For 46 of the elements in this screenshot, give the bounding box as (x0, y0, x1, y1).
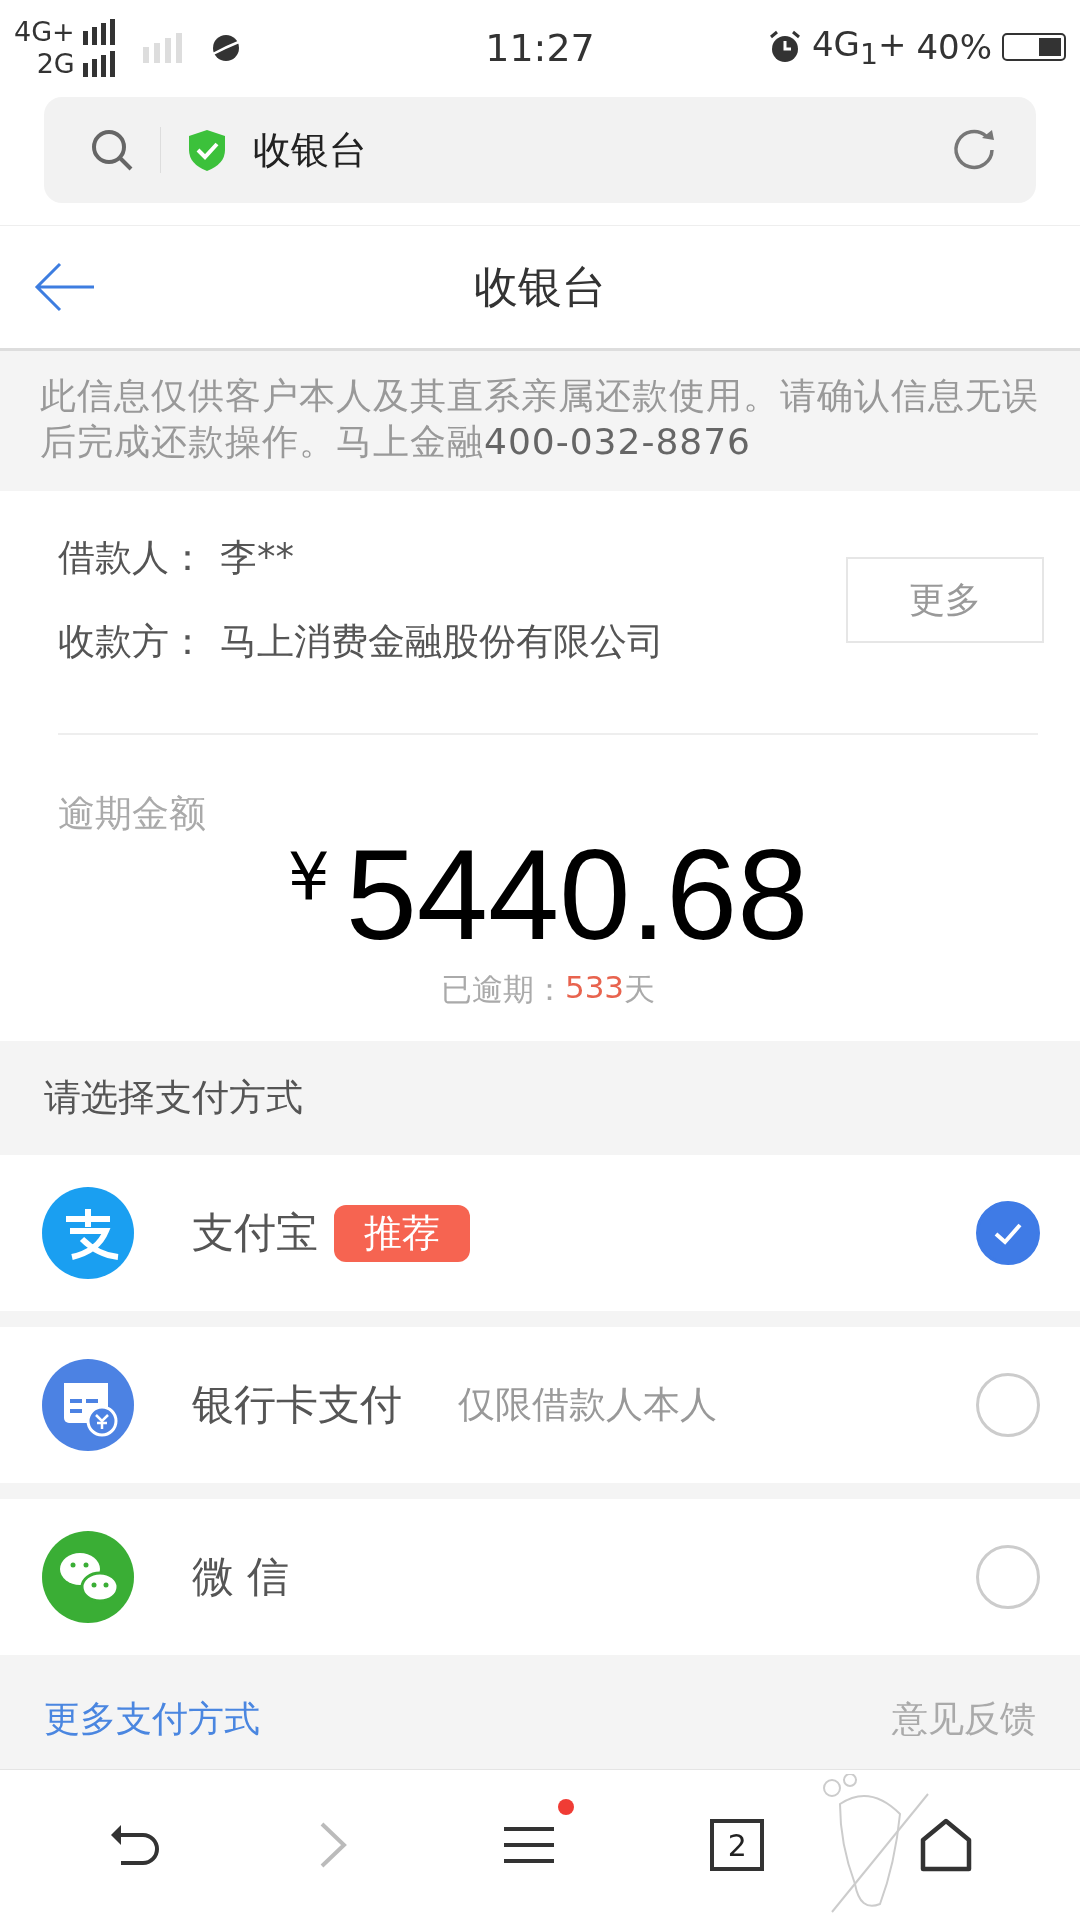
overdue-label: 已逾期： (440, 970, 565, 1009)
battery-icon (1002, 33, 1066, 62)
home-icon[interactable] (918, 1818, 973, 1872)
recommend-badge: 推荐 (334, 1204, 470, 1262)
page-heading: 收银台 (474, 259, 606, 314)
phone-link[interactable]: 400-032-8876 (484, 421, 752, 462)
tabs-button[interactable]: 2 (710, 1819, 765, 1871)
check-icon[interactable] (976, 1201, 1040, 1265)
battery-percent: 40% (916, 27, 992, 68)
signal-icon (82, 18, 117, 45)
address-bar[interactable]: 收银台 (44, 97, 1036, 203)
section-title: 请选择支付方式 (44, 1075, 303, 1121)
shield-check-icon (187, 128, 227, 172)
payment-option[interactable]: 支付宝 推荐 (0, 1155, 1080, 1311)
alipay-logo-icon (42, 1187, 134, 1279)
payment-name: 支付宝 (192, 1207, 318, 1259)
radio-button[interactable] (976, 1373, 1040, 1437)
back-arrow-icon[interactable] (34, 261, 96, 313)
network-label: 2G (36, 47, 75, 80)
payment-option[interactable]: 银行卡支付 仅限借款人本人 (0, 1327, 1080, 1483)
field-value: 李** (220, 535, 294, 581)
currency-symbol: ¥ (287, 839, 330, 916)
notice-text: 此信息仅供客户本人及其直系亲属还款使用。请确认信息无误后完成还款操作。马上金融400-032-8876 (40, 374, 1040, 464)
overdue-days: 533 (564, 969, 625, 1011)
field-label: 收款方： (58, 619, 206, 665)
field-label: 借款人： (58, 535, 206, 581)
signal-icon (142, 32, 183, 63)
signal-icon (82, 50, 117, 77)
search-icon[interactable] (90, 128, 134, 172)
days-unit: 天 (624, 970, 656, 1009)
alarm-icon (767, 30, 802, 65)
payment-name: 微 信 (192, 1551, 290, 1603)
payment-name: 银行卡支付 (192, 1379, 402, 1431)
field-value: 马上消费金融股份有限公司 (220, 619, 664, 665)
chat-bubbles-icon (42, 1531, 134, 1623)
amount-value: 5440.68 (345, 825, 809, 965)
page-title: 收银台 (253, 126, 367, 174)
radio-button[interactable] (976, 1545, 1040, 1609)
bank-card-icon (42, 1359, 134, 1451)
payment-note: 仅限借款人本人 (458, 1382, 717, 1428)
clock-time: 11:27 (485, 25, 595, 70)
network-label: 4G+ (14, 15, 75, 48)
network-label: 4G$_{1}$+ (811, 24, 907, 71)
payment-option[interactable]: 微 信 (0, 1499, 1080, 1655)
amount-label: 逾期金额 (58, 791, 207, 837)
footprint-icon (820, 1774, 930, 1914)
